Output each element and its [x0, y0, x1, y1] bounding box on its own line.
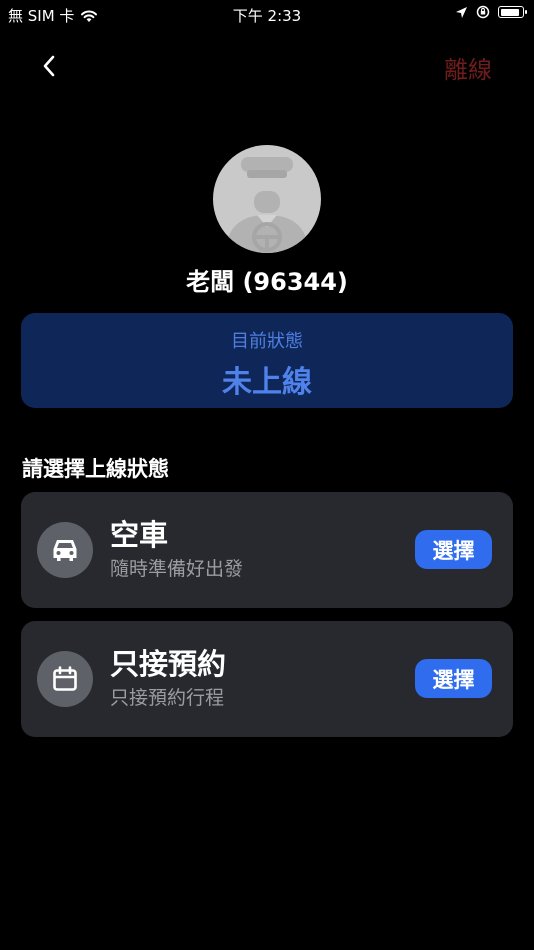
battery-level-fill — [500, 8, 519, 16]
status-bar-right — [455, 5, 527, 19]
calendar-icon — [53, 666, 77, 691]
option-card-reservation[interactable]: 只接預約 只接預約行程 選擇 — [21, 621, 513, 737]
back-button[interactable] — [34, 48, 64, 84]
current-status-card: 目前狀態 未上線 — [21, 313, 513, 408]
option-card-vacant[interactable]: 空車 隨時準備好出發 選擇 — [21, 492, 513, 608]
option-icon-reservation — [37, 651, 93, 707]
option-desc-reservation: 只接預約行程 — [110, 687, 225, 709]
option-title-reservation: 只接預約 — [110, 647, 227, 681]
option-icon-vacant — [37, 522, 93, 578]
section-title: 請選擇上線狀態 — [22, 457, 169, 481]
status-bar-time: 下午 2:33 — [232, 7, 302, 25]
location-arrow-icon — [456, 6, 467, 18]
battery-icon — [498, 6, 527, 18]
driver-avatar-icon — [225, 157, 309, 253]
current-status-value: 未上線 — [222, 365, 312, 400]
orientation-lock-icon — [476, 5, 490, 19]
option-title-vacant: 空車 — [110, 518, 169, 552]
driver-avatar — [213, 145, 321, 253]
offline-button[interactable]: 離線 — [444, 50, 492, 85]
chevron-left-icon — [43, 55, 55, 77]
driver-name: 老闆 (96344) — [186, 268, 348, 296]
current-status-label: 目前狀態 — [231, 331, 303, 352]
select-button-reservation[interactable]: 選擇 — [415, 659, 492, 698]
option-desc-vacant: 隨時準備好出發 — [110, 558, 244, 580]
select-button-vacant[interactable]: 選擇 — [415, 530, 492, 569]
car-icon — [53, 540, 77, 561]
status-bar: 無 SIM 卡 下午 2:33 — [0, 0, 534, 30]
